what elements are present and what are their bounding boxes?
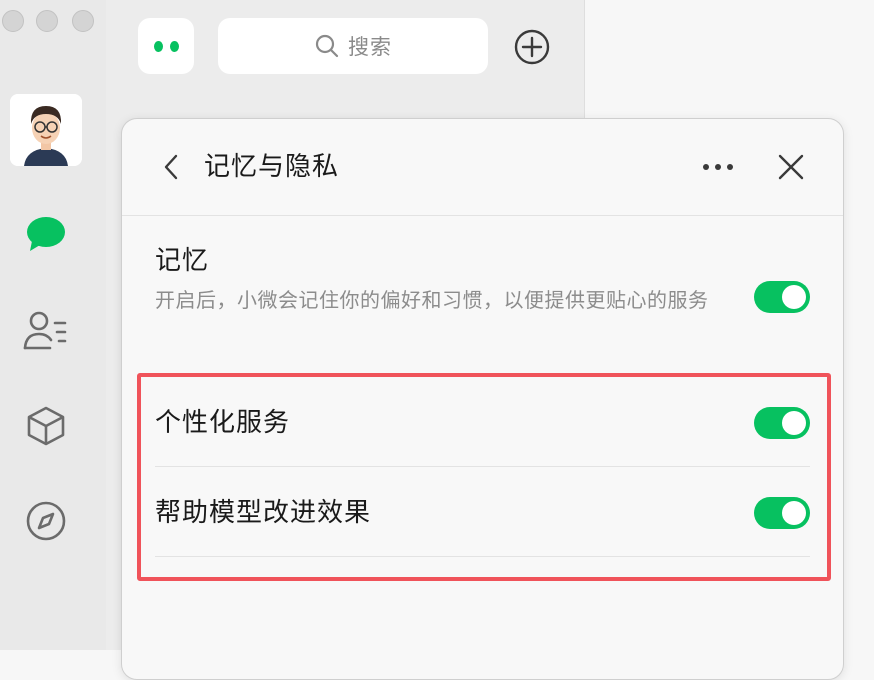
window-minimize-dot[interactable] [36,10,58,32]
memory-label: 记忆 [155,246,210,276]
search-icon [315,34,339,58]
close-icon [778,154,804,180]
contacts-icon[interactable] [22,306,70,354]
panel-header: 记忆与隐私 [122,119,843,216]
close-button[interactable] [775,151,807,183]
assistant-logo-icon[interactable] [138,18,194,74]
highlight-box [137,373,831,581]
search-placeholder: 搜索 [348,35,392,59]
window-close-dot[interactable] [2,10,24,32]
plus-icon [514,29,550,65]
memory-description: 开启后，小微会记住你的偏好和习惯，以便提供更贴心的服务 [155,288,709,312]
toggle-knob [782,285,806,309]
add-button[interactable] [512,27,552,67]
back-button[interactable] [158,151,184,183]
avatar[interactable] [10,94,82,166]
more-icon [703,164,733,170]
more-button[interactable] [700,151,736,183]
chat-icon[interactable] [22,210,70,258]
left-nav [0,0,107,650]
compass-icon[interactable] [22,497,70,545]
search-input[interactable]: 搜索 [218,18,488,74]
memory-toggle[interactable] [754,281,810,313]
window-zoom-dot[interactable] [72,10,94,32]
chevron-left-icon [164,154,178,180]
box-icon[interactable] [22,402,70,450]
panel-title: 记忆与隐私 [204,152,340,182]
